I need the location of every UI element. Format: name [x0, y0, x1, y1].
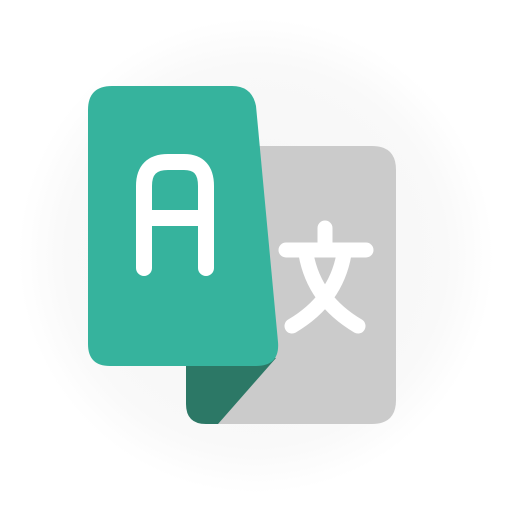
translate-app-icon[interactable]: [0, 0, 512, 512]
translate-icon: [18, 18, 494, 494]
